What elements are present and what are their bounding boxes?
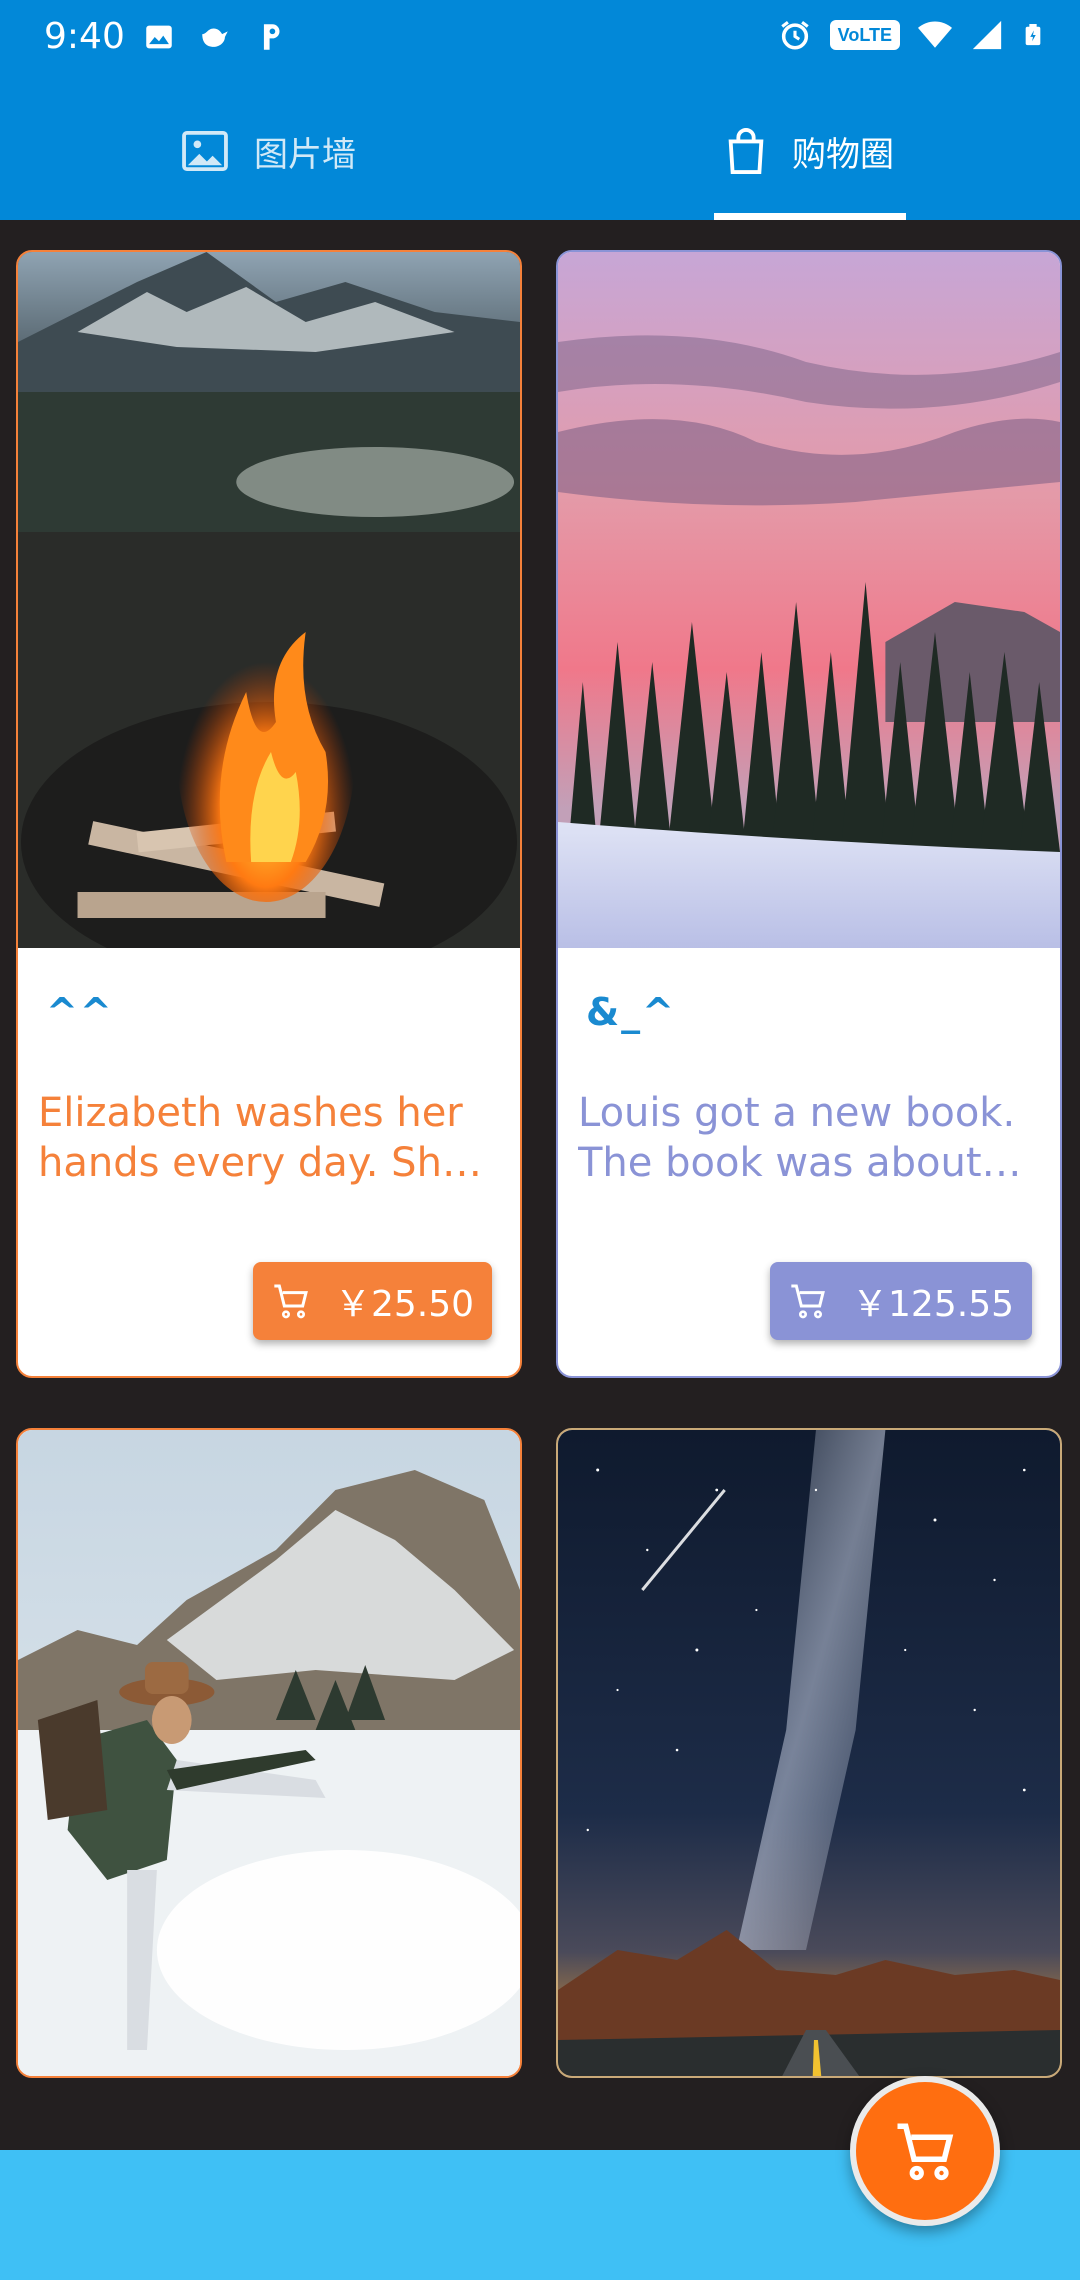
product-card[interactable] bbox=[16, 1428, 522, 2078]
cart-fab-button[interactable] bbox=[850, 2076, 1000, 2226]
cart-icon bbox=[791, 1284, 825, 1319]
tab-shopping-circle[interactable]: 购物圈 bbox=[726, 82, 894, 220]
image-icon bbox=[182, 131, 228, 171]
price-label: ￥25.50 bbox=[334, 1284, 474, 1325]
card-tag: &_^ bbox=[586, 990, 676, 1034]
tab-bar: 图片墙 购物圈 bbox=[0, 82, 1080, 220]
bird-icon bbox=[202, 28, 228, 47]
battery-icon bbox=[1025, 24, 1041, 46]
status-notification-icons bbox=[142, 20, 288, 54]
status-bar: 9:40 VoLTE bbox=[0, 0, 1080, 82]
product-card[interactable]: ^^ Elizabeth washes her hands every day.… bbox=[16, 250, 522, 1378]
tab-indicator bbox=[714, 213, 906, 220]
product-card[interactable] bbox=[556, 1428, 1062, 2078]
add-to-cart-button[interactable]: ￥25.50 bbox=[252, 1262, 492, 1340]
cart-icon bbox=[897, 2123, 954, 2181]
tab-picture-wall[interactable]: 图片墙 bbox=[182, 82, 356, 220]
tab-label: 图片墙 bbox=[254, 134, 356, 175]
p-icon bbox=[263, 24, 280, 50]
card-tag: ^^ bbox=[46, 990, 114, 1034]
add-to-cart-button[interactable]: ￥125.55 bbox=[770, 1262, 1032, 1340]
product-card[interactable]: &_^ Louis got a new book. The book was a… bbox=[556, 250, 1062, 1378]
wifi-icon bbox=[918, 21, 952, 48]
tab-label: 购物圈 bbox=[792, 134, 894, 175]
image-icon bbox=[146, 25, 172, 49]
volte-icon: VoLTE bbox=[829, 20, 900, 50]
card-description: Louis got a new book. The book was about… bbox=[578, 1090, 1016, 1186]
status-time: 9:40 bbox=[44, 16, 125, 57]
card-description: Elizabeth washes her hands every day. Sh… bbox=[38, 1090, 467, 1186]
campfire-mountain-photo bbox=[18, 252, 520, 948]
shopping-bag-icon bbox=[728, 128, 764, 174]
price-label: ￥125.55 bbox=[852, 1284, 1014, 1325]
hiker-snow-mountain-photo bbox=[18, 1430, 520, 2076]
milky-way-road-photo bbox=[558, 1430, 1060, 2076]
status-system-icons: VoLTE bbox=[778, 18, 1044, 52]
alarm-icon bbox=[780, 21, 809, 50]
cart-icon bbox=[274, 1284, 308, 1319]
signal-icon bbox=[972, 20, 1002, 50]
pink-sky-forest-photo bbox=[558, 252, 1060, 948]
